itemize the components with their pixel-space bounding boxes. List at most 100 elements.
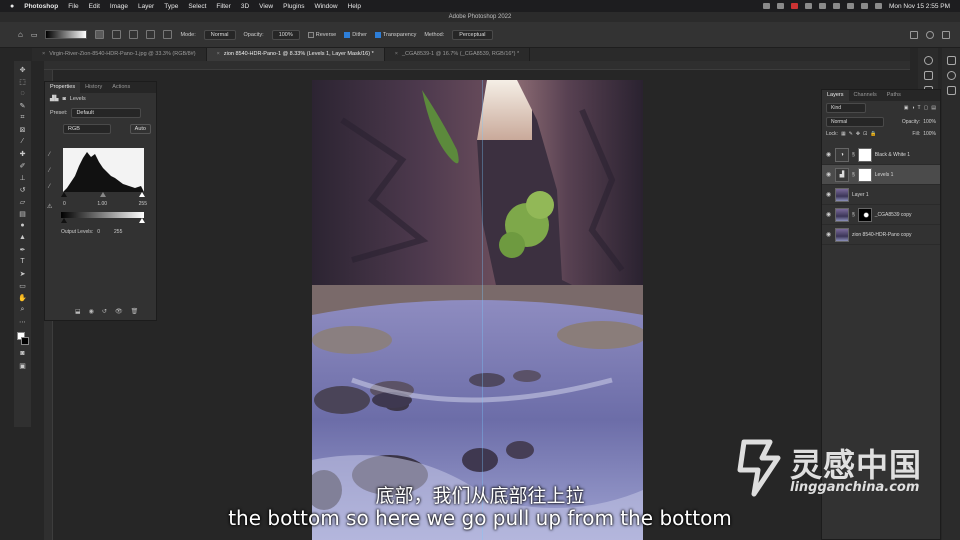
opacity-field[interactable]: 100% (271, 29, 300, 40)
menu-select[interactable]: Select (188, 3, 206, 10)
menu-edit[interactable]: Edit (89, 3, 100, 10)
tab-document-3[interactable]: × _CGA8539-1 @ 16.7% (_CGA8539, RGB/16*) … (385, 48, 531, 61)
layer-mask-thumb[interactable] (857, 147, 872, 162)
close-icon[interactable]: × (42, 51, 45, 57)
angle-gradient-button[interactable] (129, 30, 139, 39)
tab-properties[interactable]: Properties (45, 82, 81, 93)
marquee-tool-icon[interactable]: ⬚ (17, 76, 28, 87)
close-icon[interactable]: × (395, 51, 398, 57)
method-select[interactable]: Perceptual (452, 29, 493, 40)
tab-layers[interactable]: Layers (822, 90, 849, 101)
screen-mode-icon[interactable]: ▣ (17, 360, 28, 371)
search-icon[interactable] (860, 3, 868, 9)
frame-tool-icon[interactable]: ⊠ (17, 124, 28, 135)
menu-type[interactable]: Type (164, 3, 178, 10)
move-tool-icon[interactable]: ✥ (17, 64, 28, 75)
tab-history[interactable]: History (80, 82, 107, 93)
tab-channels[interactable]: Channels (849, 90, 882, 101)
shape-filter-icon[interactable]: ▢ (924, 105, 929, 111)
share-icon[interactable] (910, 30, 918, 39)
layer-row[interactable]: ◉ Layer 1 (822, 185, 940, 205)
menu-3d[interactable]: 3D (241, 3, 249, 10)
shape-tool-icon[interactable]: ▭ (17, 280, 28, 291)
white-point-eyedropper-icon[interactable]: ⁄ (49, 184, 56, 191)
blend-mode-select[interactable]: Normal (826, 117, 884, 127)
healing-brush-tool-icon[interactable]: ✚ (17, 148, 28, 159)
brush-tool-icon[interactable]: ✐ (17, 160, 28, 171)
channel-select[interactable]: RGB (63, 124, 111, 134)
canvas-photo[interactable] (312, 80, 643, 540)
status-app-icon[interactable] (762, 3, 770, 9)
eyedropper-tool-icon[interactable]: ⁄ (17, 136, 28, 147)
input-black-value[interactable]: 0 (63, 201, 66, 207)
chain-link-icon[interactable]: § (852, 172, 855, 178)
lasso-tool-icon[interactable]: ◌ (17, 88, 28, 99)
search-icon[interactable] (926, 30, 934, 39)
hand-tool-icon[interactable]: ✋ (17, 292, 28, 303)
gradient-preview[interactable] (45, 30, 88, 39)
reflected-gradient-button[interactable] (146, 30, 156, 39)
auto-button[interactable]: Auto (129, 124, 151, 134)
path-select-tool-icon[interactable]: ➤ (17, 268, 28, 279)
home-icon[interactable]: ⌂ (18, 30, 23, 39)
quick-mask-icon[interactable]: ◙ (17, 348, 28, 359)
output-slider-track[interactable] (61, 218, 145, 223)
reverse-checkbox[interactable]: Reverse (307, 31, 336, 38)
battery-icon[interactable] (832, 3, 840, 9)
menu-plugins[interactable]: Plugins (283, 3, 304, 10)
type-filter-icon[interactable]: T (917, 105, 920, 111)
layer-mask-thumb[interactable] (857, 207, 872, 222)
menu-app-name[interactable]: Photoshop (24, 3, 58, 10)
wifi-icon[interactable] (846, 3, 854, 9)
lock-all-icon[interactable]: 🔒 (870, 131, 876, 137)
quick-select-tool-icon[interactable]: ✎ (17, 100, 28, 111)
visibility-eye-icon[interactable]: ◉ (825, 211, 832, 218)
tab-paths[interactable]: Paths (882, 90, 906, 101)
lock-paint-icon[interactable]: ✎ (849, 131, 853, 137)
info-icon[interactable] (923, 56, 933, 65)
layer-mask-thumb[interactable] (857, 167, 872, 182)
status-app-icon[interactable] (776, 3, 784, 9)
diamond-gradient-button[interactable] (163, 30, 173, 39)
tab-document-1[interactable]: × Virgin-River-Zion-8540-HDR-Pano-1.jpg @… (32, 48, 207, 61)
transparency-checkbox[interactable]: Transparency (374, 31, 416, 38)
tab-document-2[interactable]: × zion 8540-HDR-Pano-1 @ 8.33% (Levels 1,… (206, 48, 385, 61)
type-tool-icon[interactable]: T (17, 256, 28, 267)
delete-icon[interactable]: 🗑 (131, 308, 139, 315)
background-color-swatch[interactable] (20, 337, 29, 345)
color-swatches[interactable] (16, 331, 30, 347)
gray-point-eyedropper-icon[interactable]: ⁄ (49, 168, 56, 175)
libraries-icon[interactable] (923, 71, 933, 80)
close-icon[interactable]: × (217, 51, 220, 57)
workspace-icon[interactable] (942, 30, 950, 39)
dodge-tool-icon[interactable]: ▲ (17, 232, 28, 243)
menu-help[interactable]: Help (348, 3, 361, 10)
layer-kind-filter[interactable]: Kind (826, 103, 866, 113)
clipping-warning-icon[interactable]: ⚠ (47, 203, 52, 210)
paths-panel-icon[interactable] (946, 86, 956, 95)
layer-mask-icon[interactable]: ◙ (62, 96, 65, 102)
dither-checkbox[interactable]: Dither (344, 31, 367, 38)
layers-panel-icon[interactable] (946, 56, 956, 65)
input-gamma-value[interactable]: 1.00 (97, 201, 107, 207)
layer-row[interactable]: ◉ zion 8540-HDR-Pano copy (822, 225, 940, 245)
visibility-icon[interactable]: 👁 (115, 308, 123, 315)
radial-gradient-button[interactable] (112, 30, 122, 39)
output-white-value[interactable]: 255 (114, 229, 122, 235)
lock-pixels-icon[interactable]: ▦ (841, 131, 846, 137)
layer-row-selected[interactable]: ◉ ▟ § Levels 1 (822, 165, 940, 185)
visibility-eye-icon[interactable]: ◉ (825, 171, 832, 178)
lock-position-icon[interactable]: ✥ (856, 131, 860, 137)
preset-select[interactable]: Default (71, 108, 142, 118)
linear-gradient-button[interactable] (95, 30, 105, 39)
gradient-tool-icon[interactable]: ▤ (17, 208, 28, 219)
smart-filter-icon[interactable]: ▤ (931, 105, 936, 111)
menu-view[interactable]: View (259, 3, 273, 10)
input-white-value[interactable]: 255 (139, 201, 147, 207)
layer-opacity-value[interactable]: 100% (923, 119, 936, 125)
layer-row[interactable]: ◉ ◑ § Black & White 1 (822, 145, 940, 165)
input-slider-track[interactable] (61, 192, 145, 197)
history-brush-tool-icon[interactable]: ↺ (17, 184, 28, 195)
mode-select[interactable]: Normal (203, 29, 236, 40)
blur-tool-icon[interactable]: ● (17, 220, 28, 231)
